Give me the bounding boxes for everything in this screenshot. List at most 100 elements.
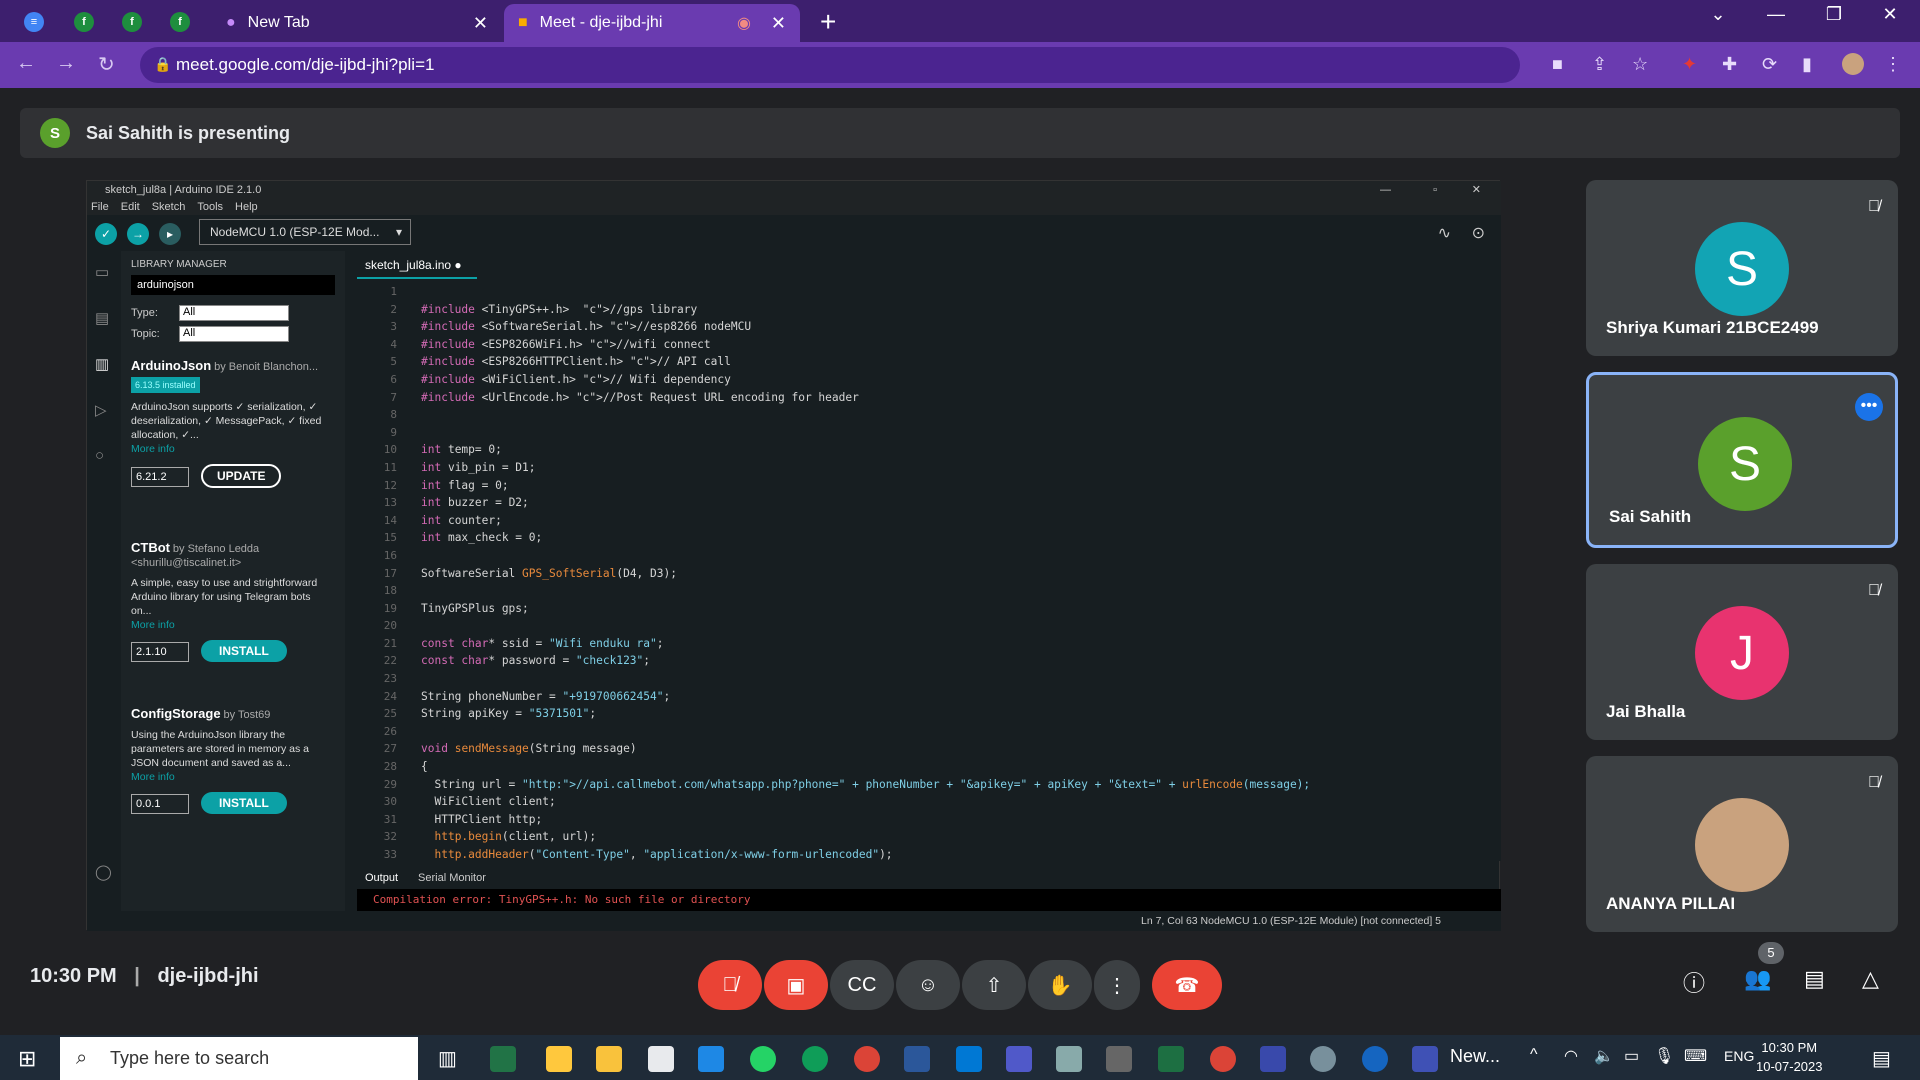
- participant-name: Sai Sahith: [1609, 507, 1692, 526]
- ide-toolbar: ✓ → ▸ NodeMCU 1.0 (ESP-12E Mod... ▾ ∿ ⊙: [87, 215, 1501, 251]
- camera-toggle-button[interactable]: ▣: [764, 960, 828, 1010]
- close-window-button[interactable]: ✕: [1870, 4, 1910, 25]
- chevron-down-icon: ▾: [395, 225, 402, 239]
- extension-icon[interactable]: ✦: [1682, 54, 1697, 75]
- bookmark-star-icon[interactable]: ☆: [1632, 54, 1648, 75]
- raise-hand-button[interactable]: ✋: [1028, 960, 1092, 1010]
- back-icon[interactable]: ←: [16, 52, 36, 75]
- taskbar-app-label[interactable]: New...: [1450, 1046, 1500, 1067]
- reactions-button[interactable]: ☺: [896, 960, 960, 1010]
- meeting-code: dje-ijbd-jhi: [157, 965, 259, 987]
- info-icon[interactable]: ⓘ: [1683, 966, 1705, 998]
- participant-tile[interactable]: J 🎙̸ Jai Bhalla: [1586, 564, 1898, 740]
- app-icon-12[interactable]: [1056, 1046, 1082, 1072]
- code-text: #include <TinyGPS++.h> "c">//gps library…: [421, 283, 1481, 864]
- menu-tools: Tools: [197, 201, 224, 213]
- serial-monitor-icon: ⊙: [1471, 225, 1485, 242]
- pinned-tab-2[interactable]: f: [114, 8, 150, 36]
- excel-icon[interactable]: [1158, 1046, 1184, 1072]
- tab-search-icon[interactable]: ⌄: [1698, 4, 1738, 25]
- people-icon[interactable]: 👥: [1744, 966, 1771, 992]
- teams-icon[interactable]: [1006, 1046, 1032, 1072]
- app-icon-4[interactable]: [648, 1046, 674, 1072]
- app-icon-19[interactable]: [1412, 1046, 1438, 1072]
- reload-icon[interactable]: ↻: [98, 52, 115, 77]
- system-clock[interactable]: 10:30 PM 10-07-2023: [1756, 1038, 1823, 1076]
- code-line: String phoneNumber = "+919700662454";: [421, 689, 671, 703]
- help-icon[interactable]: [1362, 1046, 1388, 1072]
- ide-status-bar: Ln 7, Col 63 NodeMCU 1.0 (ESP-12E Module…: [87, 911, 1501, 931]
- tab-label: New Tab: [247, 14, 310, 31]
- profile-avatar[interactable]: [1842, 53, 1864, 75]
- share-icon[interactable]: ⇪: [1592, 54, 1607, 75]
- leave-call-button[interactable]: ☎: [1152, 960, 1222, 1010]
- sidepanel-icon[interactable]: ▮: [1802, 54, 1812, 75]
- library-description: ArduinoJson supports ✓ serialization, ✓ …: [131, 401, 322, 441]
- volume-icon[interactable]: 🔈: [1594, 1046, 1614, 1066]
- language-indicator[interactable]: ENG: [1724, 1048, 1754, 1064]
- puzzle-icon[interactable]: ✚: [1722, 54, 1737, 75]
- taskbar-search-input[interactable]: ⌕ Type here to search: [60, 1037, 418, 1080]
- tab-new-tab[interactable]: ● New Tab ✕: [212, 4, 502, 42]
- devc-icon[interactable]: [1260, 1046, 1286, 1072]
- recording-icon: ◉: [736, 15, 751, 32]
- chrome-icon[interactable]: [854, 1046, 880, 1072]
- task-view-icon[interactable]: ▥: [438, 1046, 464, 1072]
- mic-toggle-button[interactable]: 🎙̸: [698, 960, 762, 1010]
- new-tab-button[interactable]: +: [820, 6, 836, 38]
- captions-button[interactable]: CC: [830, 960, 894, 1010]
- ide-title: sketch_jul8a | Arduino IDE 2.1.0: [105, 184, 262, 196]
- edge-icon[interactable]: [802, 1046, 828, 1072]
- code-line: SoftwareSerial GPS_SoftSerial(D4, D3);: [421, 566, 677, 580]
- camera-icon[interactable]: ■: [1552, 54, 1563, 75]
- sync-icon[interactable]: ⟳: [1762, 54, 1777, 75]
- wifi-icon[interactable]: ◠: [1564, 1046, 1578, 1066]
- meeting-info: 10:30 PM | dje-ijbd-jhi: [30, 965, 259, 987]
- plotter-icon: ∿: [1437, 225, 1451, 242]
- pinned-tab-1[interactable]: f: [66, 8, 102, 36]
- vscode-icon[interactable]: [956, 1046, 982, 1072]
- app-icon-1[interactable]: [490, 1046, 516, 1072]
- forward-icon[interactable]: →: [56, 52, 76, 75]
- participant-tile[interactable]: S 🎙̸ Shriya Kumari 21BCE2499: [1586, 180, 1898, 356]
- tab-meet[interactable]: ■ Meet - dje-ijbd-jhi ◉ ✕: [504, 4, 800, 42]
- menu-icon[interactable]: ⋮: [1884, 54, 1902, 75]
- chat-icon[interactable]: ▤: [1804, 966, 1825, 992]
- chevron-up-icon[interactable]: ^: [1530, 1046, 1538, 1064]
- app-icon-17[interactable]: [1310, 1046, 1336, 1072]
- pinned-tab-3[interactable]: f: [162, 8, 198, 36]
- app-icon-5[interactable]: [698, 1046, 724, 1072]
- pinned-tab-docs[interactable]: ≡: [16, 8, 52, 36]
- word-icon[interactable]: [904, 1046, 930, 1072]
- more-options-icon[interactable]: •••: [1855, 393, 1883, 421]
- topic-select: All: [179, 326, 289, 342]
- battery-icon[interactable]: ▭: [1624, 1046, 1639, 1066]
- code-line: String apiKey = "5371501";: [421, 707, 597, 721]
- library-name: CTBot: [131, 540, 170, 555]
- participant-tile[interactable]: S ••• Sai Sahith: [1586, 372, 1898, 548]
- app-icon-13[interactable]: [1106, 1046, 1132, 1072]
- sticky-notes-icon[interactable]: [546, 1046, 572, 1072]
- code-line: #include <WiFiClient.h> "c">// Wifi depe…: [421, 372, 731, 386]
- keyboard-icon[interactable]: ⌨: [1684, 1046, 1707, 1066]
- mic-icon[interactable]: 🎙: [1654, 1046, 1674, 1066]
- close-icon[interactable]: ✕: [473, 13, 488, 34]
- chrome-profile-icon[interactable]: [1210, 1046, 1236, 1072]
- minimize-button[interactable]: —: [1756, 4, 1796, 25]
- maximize-button[interactable]: ❐: [1814, 4, 1854, 25]
- end-call-icon: ☎: [1174, 974, 1200, 997]
- participant-tile[interactable]: 🎙̸ ANANYA PILLAI: [1586, 756, 1898, 932]
- code-line: int vib_pin = D1;: [421, 460, 536, 474]
- whatsapp-icon[interactable]: [750, 1046, 776, 1072]
- activities-icon[interactable]: △: [1862, 966, 1879, 992]
- library-entry: CTBot by Stefano Ledda <shurillu@tiscali…: [131, 541, 331, 662]
- more-options-button[interactable]: ⋮: [1094, 960, 1140, 1010]
- file-explorer-icon[interactable]: [596, 1046, 622, 1072]
- close-icon[interactable]: ✕: [771, 13, 786, 34]
- present-button[interactable]: ⇧: [962, 960, 1026, 1010]
- clock-time: 10:30 PM: [1761, 1040, 1818, 1055]
- address-bar[interactable]: 🔒 meet.google.com/dje-ijbd-jhi?pli=1: [140, 47, 1520, 83]
- notifications-icon[interactable]: ▤: [1872, 1046, 1891, 1071]
- windows-start-icon[interactable]: ⊞: [18, 1046, 36, 1072]
